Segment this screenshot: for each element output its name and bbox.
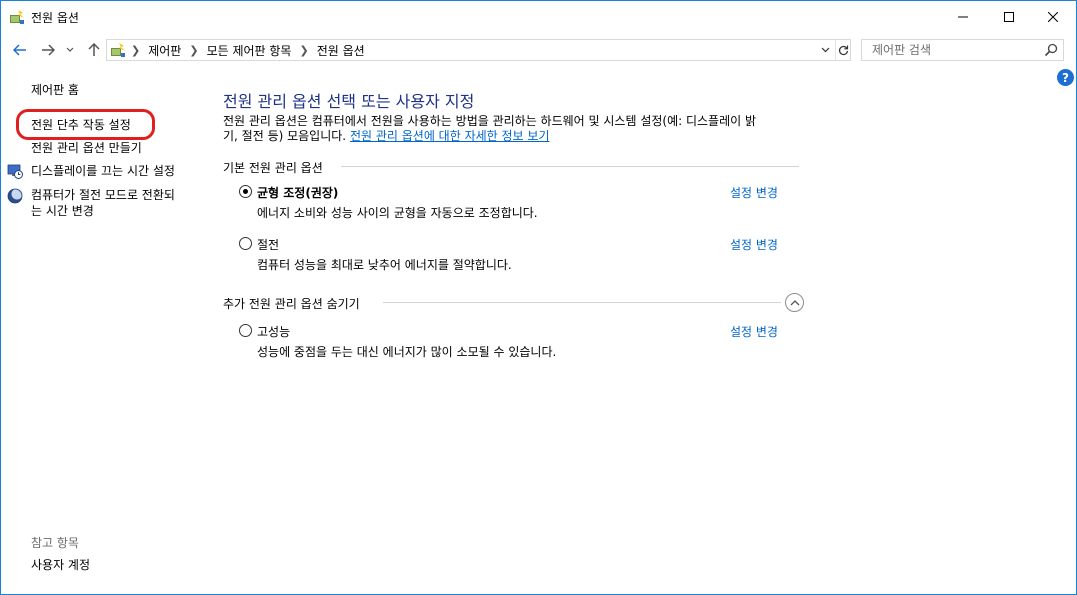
description-line2-text: 기, 절전 등) 모음입니다.: [223, 129, 347, 143]
breadcrumb-control-panel[interactable]: 제어판: [142, 42, 187, 59]
basic-plans-header: 기본 전원 관리 옵션: [223, 161, 323, 175]
description-line1: 전원 관리 옵션은 컴퓨터에서 전원을 사용하는 방법을 관리하는 하드웨어 및…: [223, 114, 757, 128]
search-input[interactable]: [862, 40, 1042, 60]
search-box[interactable]: [861, 39, 1064, 61]
forward-button[interactable]: [37, 39, 59, 61]
power-button-settings-link[interactable]: 전원 단추 작동 설정: [31, 117, 131, 133]
create-power-plan-link[interactable]: 전원 관리 옵션 만들기: [31, 140, 142, 156]
help-icon[interactable]: ?: [1057, 69, 1074, 86]
refresh-icon: [839, 45, 849, 55]
plan-power-saver-radio[interactable]: [239, 237, 252, 250]
breadcrumb-all-items[interactable]: 모든 제어판 항목: [201, 42, 298, 59]
display-clock-icon: [7, 163, 23, 179]
title-bar[interactable]: 전원 옵션: [1, 1, 1076, 33]
up-button[interactable]: [83, 39, 105, 61]
plan-balanced-name[interactable]: 균형 조정(권장): [257, 184, 338, 201]
plan-balanced-desc: 에너지 소비와 성능 사이의 균형을 자동으로 조정합니다.: [257, 206, 538, 220]
breadcrumb-power-options[interactable]: 전원 옵션: [311, 42, 371, 59]
control-panel-icon: [110, 42, 126, 58]
arrow-up-icon: [88, 43, 100, 56]
navigation-bar: ❯ 제어판 ❯ 모든 제어판 항목 ❯ 전원 옵션: [1, 35, 1076, 65]
power-options-icon: [9, 9, 25, 25]
close-button[interactable]: [1030, 1, 1076, 33]
plan-high-performance-change-link[interactable]: 설정 변경: [730, 323, 778, 340]
display-off-time-link[interactable]: 디스플레이를 끄는 시간 설정: [31, 163, 175, 179]
breadcrumb-separator-icon[interactable]: ❯: [129, 44, 142, 57]
refresh-button[interactable]: [835, 40, 851, 60]
chevron-down-icon: [66, 47, 74, 52]
address-dropdown-button[interactable]: [817, 40, 833, 60]
recent-locations-button[interactable]: [63, 39, 77, 61]
arrow-left-icon: [13, 44, 26, 56]
collapse-button[interactable]: [785, 293, 804, 312]
more-info-link[interactable]: 전원 관리 옵션에 대한 자세한 정보 보기: [350, 129, 550, 143]
address-bar[interactable]: ❯ 제어판 ❯ 모든 제어판 항목 ❯ 전원 옵션: [106, 39, 851, 61]
power-options-window: 전원 옵션 ❯ 제어판 ❯ 모든 제어판 항목 ❯ 전원 옵션 제어판 검색 ?…: [0, 0, 1077, 595]
section-divider: [341, 166, 799, 167]
minimize-button[interactable]: [940, 1, 986, 33]
control-panel-home-link[interactable]: 제어판 홈: [31, 82, 79, 98]
page-description: 전원 관리 옵션은 컴퓨터에서 전원을 사용하는 방법을 관리하는 하드웨어 및…: [223, 114, 803, 144]
sleep-time-link-line2[interactable]: 는 시간 변경: [31, 203, 94, 219]
chevron-up-icon: [790, 300, 799, 306]
window-title: 전원 옵션: [31, 11, 79, 25]
sleep-time-link-line1[interactable]: 컴퓨터가 절전 모드로 전환되: [31, 187, 175, 203]
back-button[interactable]: [9, 39, 31, 61]
extra-plans-header[interactable]: 추가 전원 관리 옵션 숨기기: [223, 295, 360, 312]
plan-balanced-radio[interactable]: [239, 185, 252, 198]
plan-power-saver-desc: 컴퓨터 성능을 최대로 낮추어 에너지를 절약합니다.: [257, 258, 512, 272]
user-accounts-link[interactable]: 사용자 계정: [31, 557, 90, 573]
breadcrumb-separator-icon[interactable]: ❯: [297, 44, 310, 57]
search-icon[interactable]: [1044, 43, 1058, 57]
page-title: 전원 관리 옵션 선택 또는 사용자 지정: [223, 92, 475, 111]
plan-high-performance-radio[interactable]: [239, 324, 252, 337]
plan-high-performance-name[interactable]: 고성능: [257, 323, 290, 340]
section-divider: [383, 302, 781, 303]
description-line2: 기, 절전 등) 모음입니다. 전원 관리 옵션에 대한 자세한 정보 보기: [223, 129, 803, 144]
breadcrumb: ❯ 제어판 ❯ 모든 제어판 항목 ❯ 전원 옵션: [129, 40, 371, 60]
plan-power-saver-name[interactable]: 절전: [257, 236, 279, 253]
plan-balanced-change-link[interactable]: 설정 변경: [730, 184, 778, 201]
sleep-moon-icon: [7, 188, 23, 204]
chevron-down-icon: [821, 47, 829, 53]
maximize-button[interactable]: [986, 1, 1032, 33]
plan-high-performance-desc: 성능에 중점을 두는 대신 에너지가 많이 소모될 수 있습니다.: [257, 345, 557, 359]
arrow-right-icon: [42, 44, 55, 56]
see-also-title: 참고 항목: [31, 536, 79, 550]
plan-power-saver-change-link[interactable]: 설정 변경: [730, 236, 778, 253]
breadcrumb-separator-icon[interactable]: ❯: [187, 44, 200, 57]
